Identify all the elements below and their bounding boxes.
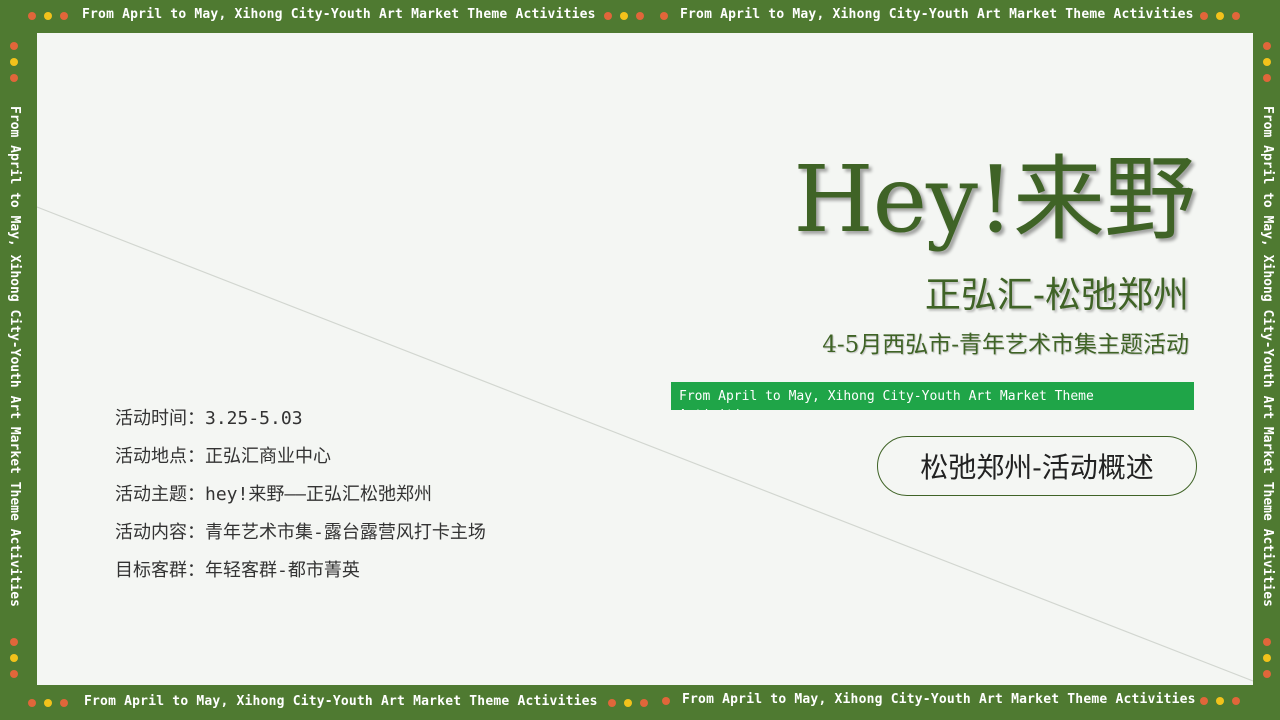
dot-decoration <box>662 697 670 705</box>
detail-value: hey!来野——正弘汇松弛郑州 <box>205 484 433 505</box>
dot-decoration <box>660 12 668 20</box>
border-text-bottom-left: From April to May, Xihong City-Youth Art… <box>84 694 598 709</box>
english-banner: From April to May, Xihong City-Youth Art… <box>671 382 1194 410</box>
detail-label: 活动地点： <box>115 446 205 467</box>
border-text-left: From April to May, Xihong City-Youth Art… <box>7 106 22 607</box>
detail-row-audience: 目标客群：年轻客群-都市菁英 <box>115 559 486 597</box>
dot-decoration <box>10 638 18 646</box>
detail-label: 活动时间： <box>115 408 205 429</box>
detail-row-content: 活动内容：青年艺术市集-露台露营风打卡主场 <box>115 521 486 559</box>
dot-decoration <box>1200 697 1208 705</box>
english-banner-text: From April to May, Xihong City-Youth Art… <box>679 389 1094 410</box>
dot-decoration <box>1232 697 1240 705</box>
dot-decoration <box>28 699 36 707</box>
detail-label: 活动内容： <box>115 522 205 543</box>
detail-row-theme: 活动主题：hey!来野——正弘汇松弛郑州 <box>115 483 486 521</box>
border-text-bottom-right: From April to May, Xihong City-Youth Art… <box>682 692 1196 707</box>
dot-decoration <box>60 699 68 707</box>
hero-subtitle: 正弘汇-松弛郑州 <box>924 275 1189 316</box>
dot-decoration <box>1263 42 1271 50</box>
dot-decoration <box>1216 697 1224 705</box>
detail-label: 活动主题： <box>115 484 205 505</box>
dot-decoration <box>1263 638 1271 646</box>
dot-decoration <box>636 12 644 20</box>
detail-row-time: 活动时间：3.25-5.03 <box>115 407 486 445</box>
dot-decoration <box>60 12 68 20</box>
detail-value: 青年艺术市集-露台露营风打卡主场 <box>205 522 486 543</box>
event-details: 活动时间：3.25-5.03 活动地点：正弘汇商业中心 活动主题：hey!来野—… <box>115 407 486 597</box>
dot-decoration <box>1232 12 1240 20</box>
slide-canvas: Hey!来野 正弘汇-松弛郑州 4-5月西弘市-青年艺术市集主题活动 From … <box>37 33 1253 685</box>
dot-decoration <box>28 12 36 20</box>
dot-decoration <box>1263 58 1271 66</box>
dot-decoration <box>1263 654 1271 662</box>
border-text-right: From April to May, Xihong City-Youth Art… <box>1260 106 1275 607</box>
dot-decoration <box>640 699 648 707</box>
dot-decoration <box>620 12 628 20</box>
dot-decoration <box>608 699 616 707</box>
border-text-top-right: From April to May, Xihong City-Youth Art… <box>680 7 1194 22</box>
detail-row-location: 活动地点：正弘汇商业中心 <box>115 445 486 483</box>
detail-value: 正弘汇商业中心 <box>205 446 331 467</box>
detail-value: 年轻客群-都市菁英 <box>205 560 360 581</box>
detail-label: 目标客群： <box>115 560 205 581</box>
dot-decoration <box>1200 12 1208 20</box>
dot-decoration <box>1216 12 1224 20</box>
border-text-top-left: From April to May, Xihong City-Youth Art… <box>82 7 596 22</box>
dot-decoration <box>10 58 18 66</box>
dot-decoration <box>10 74 18 82</box>
hero-title: Hey!来野 <box>793 146 1196 253</box>
dot-decoration <box>10 654 18 662</box>
dot-decoration <box>10 670 18 678</box>
hero-tagline: 4-5月西弘市-青年艺术市集主题活动 <box>822 332 1189 358</box>
dot-decoration <box>10 42 18 50</box>
dot-decoration <box>604 12 612 20</box>
dot-decoration <box>1263 74 1271 82</box>
overview-button[interactable]: 松弛郑州-活动概述 <box>877 436 1197 496</box>
dot-decoration <box>44 699 52 707</box>
dot-decoration <box>44 12 52 20</box>
dot-decoration <box>624 699 632 707</box>
dot-decoration <box>1263 670 1271 678</box>
detail-value: 3.25-5.03 <box>205 408 303 429</box>
